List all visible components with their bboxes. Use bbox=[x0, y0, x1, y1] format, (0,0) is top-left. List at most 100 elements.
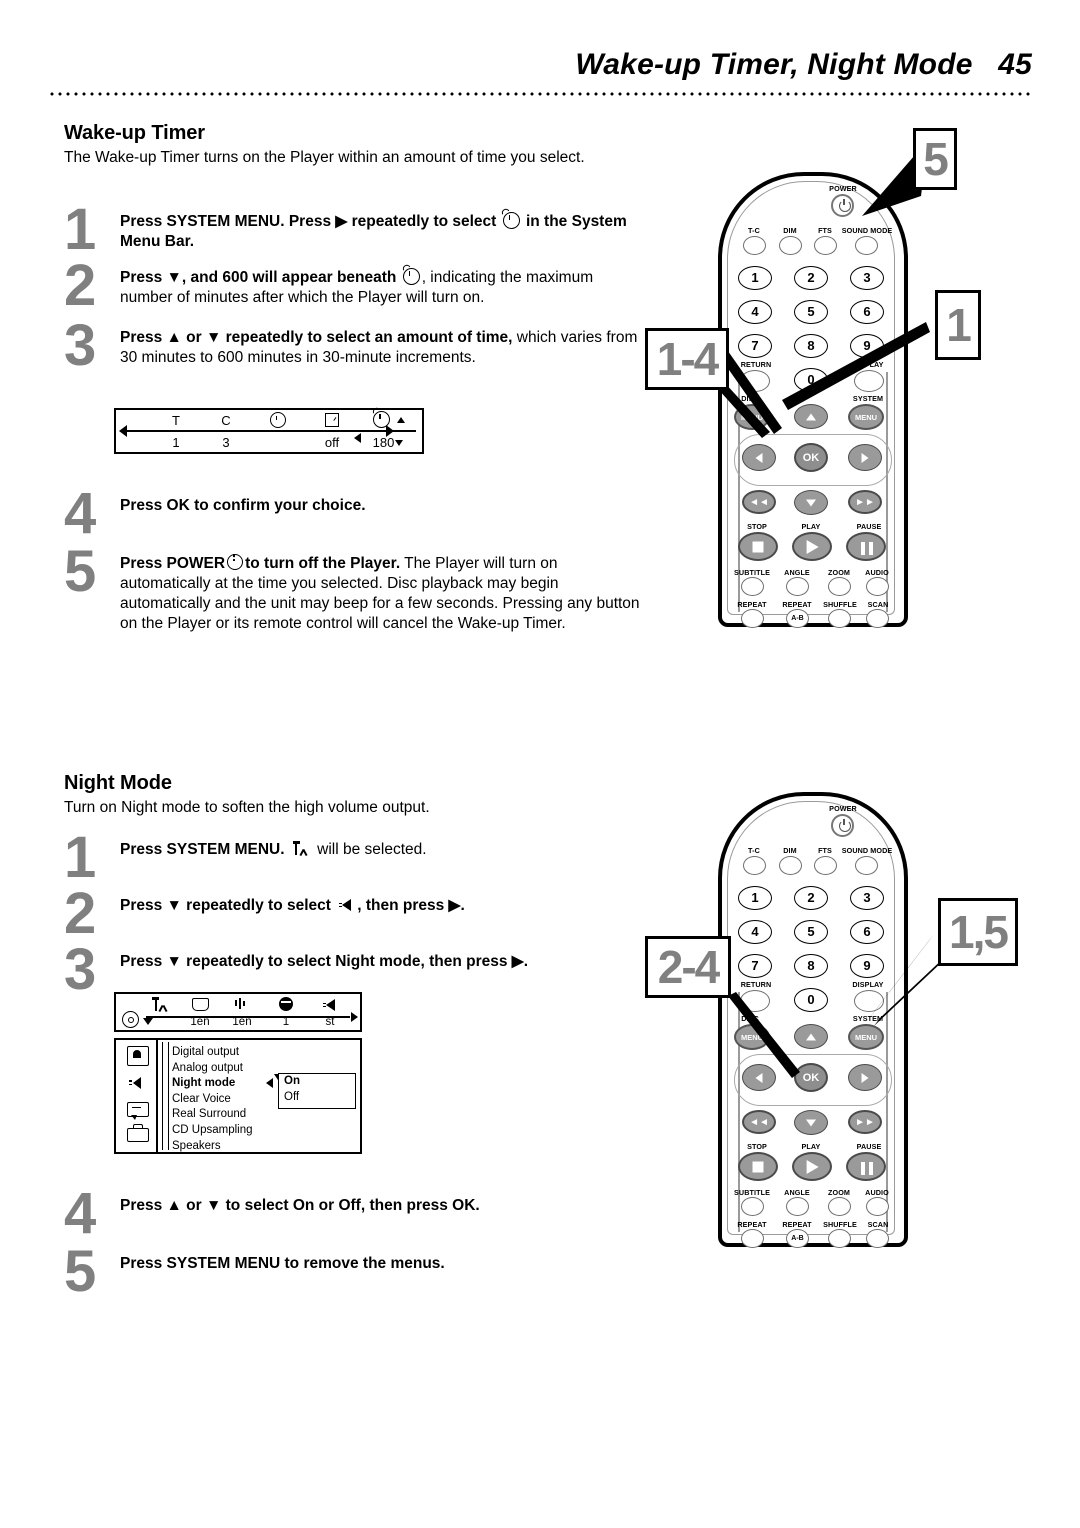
audio-lang-value: 1en bbox=[232, 1016, 252, 1028]
page-number: 45 bbox=[998, 48, 1032, 81]
osd-submenu-option-off[interactable]: Off bbox=[279, 1090, 355, 1106]
zoom-button[interactable] bbox=[828, 1197, 851, 1216]
disc-icon bbox=[122, 1011, 140, 1029]
angle-button[interactable] bbox=[786, 577, 809, 596]
step-text: Press ▲ or ▼ repeatedly to select an amo… bbox=[120, 328, 639, 368]
play-button[interactable] bbox=[792, 532, 832, 561]
menu-cell-chapter: C 3 bbox=[206, 410, 246, 454]
power-button[interactable] bbox=[831, 814, 854, 837]
next-button[interactable]: ►► bbox=[848, 490, 882, 514]
osd-item-digital-output[interactable]: Digital output bbox=[172, 1045, 253, 1061]
step-text: Press POWER to turn off the Player. The P… bbox=[120, 554, 644, 635]
osd-settings-panel: Digital output Analog output Night mode … bbox=[114, 1038, 362, 1154]
scan-label: SCAN bbox=[867, 600, 889, 609]
speaker-icon bbox=[338, 898, 354, 912]
zoom-label: ZOOM bbox=[828, 568, 850, 577]
checkbox-icon bbox=[312, 410, 352, 432]
speaker-icon[interactable] bbox=[127, 1074, 147, 1092]
step-rest: to confirm your choice. bbox=[194, 497, 366, 514]
step-text: Press OK to confirm your choice. bbox=[120, 496, 366, 516]
sound-mode-button[interactable] bbox=[855, 856, 878, 875]
scan-button[interactable] bbox=[866, 609, 889, 628]
step-text: Press SYSTEM MENU. will be selected. bbox=[120, 840, 427, 860]
osd-menu-graphic: 1en 1en 1 st Digital output Analog outpu… bbox=[114, 992, 364, 1154]
stop-button[interactable] bbox=[738, 532, 778, 561]
osd-item-cd-upsampling[interactable]: CD Upsampling bbox=[172, 1123, 253, 1139]
left-button[interactable] bbox=[742, 444, 776, 471]
osd-item-clear-voice[interactable]: Clear Voice bbox=[172, 1092, 253, 1108]
osd-submenu-option-on[interactable]: On bbox=[279, 1074, 355, 1090]
stop-label: STOP bbox=[747, 522, 767, 531]
timer-icon bbox=[502, 212, 520, 229]
step-text: Press SYSTEM MENU. Press ▶ repeatedly to… bbox=[120, 212, 634, 252]
pause-label: PAUSE bbox=[856, 522, 882, 531]
zoom-label: ZOOM bbox=[828, 1188, 850, 1197]
previous-button[interactable]: ◄◄ bbox=[742, 490, 776, 514]
sound-value: st bbox=[325, 1016, 335, 1028]
subtitle-button[interactable] bbox=[741, 577, 764, 596]
step-number: 3 bbox=[64, 313, 97, 378]
system-menu-bar-graphic: T 1 C 3 off 180 bbox=[114, 408, 424, 454]
tc-label: T-C bbox=[748, 846, 760, 855]
right-arrow-icon: ▶ bbox=[335, 213, 348, 230]
sound-mode-label: SOUND MODE bbox=[841, 846, 893, 855]
fts-button[interactable] bbox=[814, 856, 837, 875]
osd-category-sidebar bbox=[116, 1040, 158, 1152]
osd-item-analog-output[interactable]: Analog output bbox=[172, 1061, 253, 1077]
step-bold-mid: repeatedly to select bbox=[351, 213, 497, 230]
repeat-ab-button[interactable]: A-B bbox=[786, 1229, 809, 1248]
osd-item-night-mode[interactable]: Night mode bbox=[172, 1076, 253, 1092]
subtitle-button[interactable] bbox=[741, 1197, 764, 1216]
callout-nightmode-2-4: 2-4 bbox=[645, 936, 731, 998]
shuffle-button[interactable] bbox=[828, 609, 851, 628]
shuffle-button[interactable] bbox=[828, 1229, 851, 1248]
timer-value-row: 180 bbox=[364, 432, 412, 454]
pause-button[interactable] bbox=[846, 532, 886, 561]
repeat-ab-button[interactable]: A-B bbox=[786, 609, 809, 628]
step-number: 4 bbox=[64, 481, 97, 546]
dim-label: DIM bbox=[783, 846, 797, 855]
angle-button[interactable] bbox=[786, 1197, 809, 1216]
step-bold-lead: Press SYSTEM MENU to remove the menus. bbox=[120, 1255, 445, 1272]
osd-night-mode-submenu: On Off bbox=[278, 1073, 356, 1109]
nightmode-heading: Night Mode bbox=[64, 772, 172, 794]
repeat-button[interactable] bbox=[741, 609, 764, 628]
osd-scrollbar[interactable] bbox=[162, 1042, 169, 1150]
timer-value: 180 bbox=[372, 435, 395, 450]
subtitle-bubble-icon[interactable] bbox=[127, 1102, 149, 1120]
picture-icon[interactable] bbox=[127, 1046, 149, 1066]
osd-item-speakers[interactable]: Speakers bbox=[172, 1139, 253, 1155]
menu-cell-wakeup-timer: 180 bbox=[364, 410, 412, 454]
audio-button[interactable] bbox=[866, 577, 889, 596]
menu-cell-checkbox: off bbox=[312, 410, 352, 454]
step-bold-lead: Press SYSTEM MENU. bbox=[120, 841, 285, 858]
subtitle-value: 1en bbox=[190, 1016, 210, 1028]
repeat-label: REPEAT bbox=[737, 1220, 767, 1229]
page-header: Wake-up Timer, Night Mode 45 bbox=[0, 48, 1080, 96]
subtitle-icon bbox=[182, 998, 218, 1014]
audio-button[interactable] bbox=[866, 1197, 889, 1216]
dim-button[interactable] bbox=[779, 856, 802, 875]
osd-down-arrow-icon bbox=[143, 1018, 153, 1025]
down-button[interactable] bbox=[794, 490, 828, 515]
step-bold-lead: Press ▼ repeatedly to select Night mode,… bbox=[120, 953, 528, 970]
features-icon[interactable] bbox=[127, 1124, 149, 1142]
step-number: 5 bbox=[64, 539, 97, 604]
repeat-button[interactable] bbox=[741, 1229, 764, 1248]
nightmode-intro: Turn on Night mode to soften the high vo… bbox=[64, 799, 430, 816]
shuffle-label: SHUFFLE bbox=[823, 1220, 857, 1229]
tools-icon bbox=[142, 997, 178, 1013]
step-number: 2 bbox=[64, 253, 97, 318]
ok-button[interactable]: OK bbox=[794, 443, 828, 472]
osd-item-real-surround[interactable]: Real Surround bbox=[172, 1107, 253, 1123]
select-left-arrow-icon bbox=[354, 433, 361, 443]
step-number: 2 bbox=[64, 881, 97, 946]
scan-button[interactable] bbox=[866, 1229, 889, 1248]
zoom-button[interactable] bbox=[828, 577, 851, 596]
osd-settings-list: Digital output Analog output Night mode … bbox=[172, 1045, 253, 1154]
tc-button[interactable] bbox=[743, 856, 766, 875]
shuffle-label: SHUFFLE bbox=[823, 600, 857, 609]
power-label: POWER bbox=[829, 804, 857, 813]
angle-label: ANGLE bbox=[784, 568, 810, 577]
right-button[interactable] bbox=[848, 444, 882, 471]
